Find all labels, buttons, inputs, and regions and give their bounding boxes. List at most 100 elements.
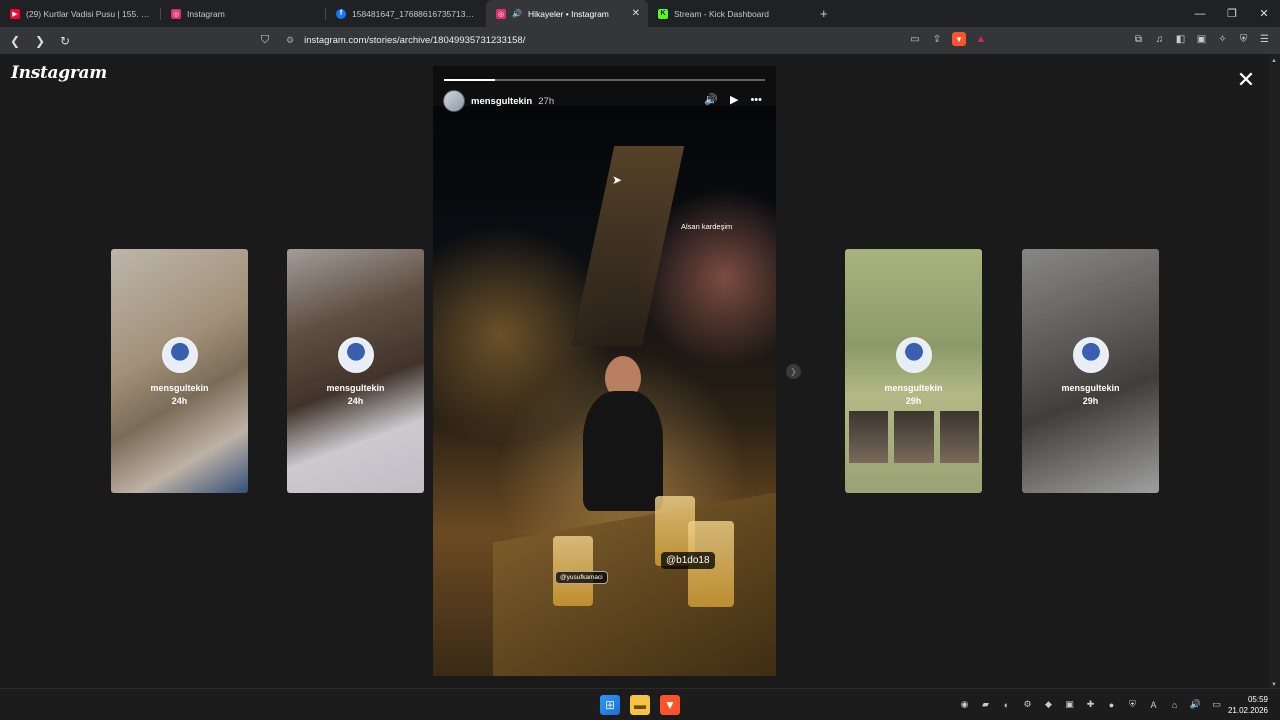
tray-app-icon[interactable]: ◉ <box>958 698 971 711</box>
volume-icon[interactable]: 🔊 <box>704 93 718 106</box>
tray-app-icon[interactable]: ✚ <box>1084 698 1097 711</box>
tab-label: (29) Kurtlar Vadisi Pusu | 155. Bölüm <box>26 8 150 19</box>
battery-icon[interactable]: ▭ <box>1210 698 1223 711</box>
card-photo-collage <box>849 411 979 463</box>
clock-time: 05:59 <box>1247 695 1268 704</box>
story-time: 27h <box>538 95 555 107</box>
avatar[interactable] <box>443 90 465 112</box>
language-icon[interactable]: A <box>1147 698 1160 711</box>
scroll-up-icon[interactable]: ▲ <box>1271 58 1277 64</box>
tab-label: Instagram <box>187 8 225 19</box>
tray-app-icon[interactable]: ● <box>1105 698 1118 711</box>
minimize-icon[interactable]: — <box>1184 0 1216 27</box>
tab-strip: ▶ (29) Kurtlar Vadisi Pusu | 155. Bölüm … <box>0 0 1280 27</box>
facebook-icon: f <box>336 8 346 19</box>
story-card-next-1[interactable]: mensgultekin 29h <box>845 249 982 493</box>
mention-tag[interactable]: @yusufkamaci <box>555 571 608 584</box>
new-tab-button[interactable]: + <box>820 6 828 21</box>
avatar <box>338 337 374 373</box>
kick-icon: K <box>658 8 668 19</box>
story-photo <box>433 106 776 676</box>
steam-icon[interactable]: ⚙ <box>1021 698 1034 711</box>
bookmark-icon[interactable]: ⛉ <box>258 33 272 47</box>
tab-instagram[interactable]: ◎ Instagram <box>161 0 325 27</box>
window-controls: — ❐ ✕ <box>1184 0 1280 27</box>
vpn-icon[interactable]: ⛨ <box>1236 32 1251 47</box>
card-username: mensgultekin <box>150 383 209 393</box>
tab-label: Stream - Kick Dashboard <box>674 8 769 19</box>
story-username[interactable]: mensgultekin <box>471 96 532 107</box>
site-info-icon[interactable]: ⚙ <box>286 35 294 46</box>
card-time: 29h <box>1082 396 1099 406</box>
speaker-icon[interactable]: 🔊 <box>512 9 522 18</box>
cast-icon[interactable]: ▭ <box>908 32 922 46</box>
close-window-icon[interactable]: ✕ <box>1248 0 1280 27</box>
restore-icon[interactable]: ❐ <box>1216 0 1248 27</box>
tray-app-icon[interactable]: ◆ <box>1042 698 1055 711</box>
nvidia-icon[interactable]: ▰ <box>979 698 992 711</box>
tray-app-icon[interactable]: ▣ <box>1063 698 1076 711</box>
play-icon[interactable]: ▶ <box>730 93 738 106</box>
forward-icon[interactable]: ❯ <box>30 31 50 51</box>
tab-youtube[interactable]: ▶ (29) Kurtlar Vadisi Pusu | 155. Bölüm <box>0 0 160 27</box>
back-icon[interactable]: ❮ <box>5 31 25 51</box>
reload-icon[interactable]: ↻ <box>55 31 75 51</box>
instagram-stories-page: Instagram ✕ mensgultekin 24h mensgulteki… <box>0 54 1269 688</box>
avatar <box>162 337 198 373</box>
story-progress-fill <box>444 79 496 81</box>
volume-icon[interactable]: 🔊 <box>1189 698 1202 711</box>
instagram-icon: ◎ <box>496 8 506 19</box>
story-card-previous-1[interactable]: mensgultekin 24h <box>287 249 424 493</box>
close-stories-icon[interactable]: ✕ <box>1235 69 1257 91</box>
tab-stories-active[interactable]: ◎ 🔊 Hikayeler • Instagram ✕ <box>486 0 648 27</box>
next-story-arrow-icon[interactable]: ❯ <box>786 364 801 379</box>
story-caption: Alsan kardeşim <box>681 222 733 231</box>
tray-app-icon[interactable]: ⛨ <box>1126 698 1139 711</box>
media-icon[interactable]: ♫ <box>1152 32 1167 47</box>
windows-start-icon[interactable]: ⊞ <box>600 695 620 715</box>
tab-search-icon[interactable]: ⧉ <box>1131 32 1146 47</box>
story-card-next-2[interactable]: mensgultekin 29h <box>1022 249 1159 493</box>
address-bar[interactable]: ⚙ instagram.com/stories/archive/18049935… <box>280 30 1000 51</box>
menu-icon[interactable]: ☰ <box>1257 32 1272 47</box>
youtube-icon: ▶ <box>10 8 20 19</box>
tab-label: Hikayeler • Instagram <box>527 8 609 19</box>
tab-facebook-image[interactable]: f 158481647_176886167357132_7207 <box>326 0 486 27</box>
brave-rewards-icon[interactable]: ▲ <box>974 32 988 46</box>
close-tab-icon[interactable]: ✕ <box>632 8 640 19</box>
instagram-logo[interactable]: Instagram <box>11 63 107 83</box>
mention-tag[interactable]: @b1do18 <box>661 552 715 569</box>
card-time: 24h <box>171 396 188 406</box>
tab-kick[interactable]: K Stream - Kick Dashboard <box>648 0 810 27</box>
active-story[interactable]: mensgultekin 27h 🔊 ▶ ••• Alsan kardeşim … <box>433 66 776 676</box>
card-username: mensgultekin <box>1061 383 1120 393</box>
card-username: mensgultekin <box>884 383 943 393</box>
share-icon[interactable]: ⇪ <box>930 32 944 46</box>
wallet-icon[interactable]: ▣ <box>1194 32 1209 47</box>
photo-person <box>583 391 663 511</box>
mouse-cursor-icon: ➤ <box>612 173 623 187</box>
brave-shields-icon[interactable]: ▼ <box>952 32 966 46</box>
page-scrollbar[interactable]: ▲ ▼ <box>1269 54 1280 688</box>
file-explorer-icon[interactable]: ▬ <box>630 695 650 715</box>
card-time: 24h <box>347 396 364 406</box>
card-time: 29h <box>905 396 922 406</box>
card-username: mensgultekin <box>326 383 385 393</box>
story-card-previous-2[interactable]: mensgultekin 24h <box>111 249 248 493</box>
network-icon[interactable]: ⌂ <box>1168 698 1181 711</box>
story-progress-bar <box>444 79 765 81</box>
taskbar-clock[interactable]: 05:59 21.02.2026 <box>1228 694 1268 716</box>
leo-ai-icon[interactable]: ✧ <box>1215 32 1230 47</box>
more-options-icon[interactable]: ••• <box>750 94 762 106</box>
tray-app-icon[interactable]: ◐ <box>1000 698 1013 711</box>
brave-browser-icon[interactable]: ▼ <box>660 695 680 715</box>
taskbar-apps: ⊞ ▬ ▼ <box>600 695 680 715</box>
sidebar-icon[interactable]: ◧ <box>1173 32 1188 47</box>
browser-extension-icons: ⧉ ♫ ◧ ▣ ✧ ⛨ ☰ <box>1131 32 1272 47</box>
avatar <box>896 337 932 373</box>
photo-ceiling <box>571 146 685 346</box>
address-bar-actions: ▭ ⇪ ▼ ▲ <box>908 32 988 46</box>
url-text[interactable]: instagram.com/stories/archive/1804993573… <box>304 35 525 46</box>
windows-taskbar: ⊞ ▬ ▼ ◉ ▰ ◐ ⚙ ◆ ▣ ✚ ● ⛨ A ⌂ 🔊 ▭ 05:59 21… <box>0 688 1280 720</box>
instagram-icon: ◎ <box>171 8 181 19</box>
